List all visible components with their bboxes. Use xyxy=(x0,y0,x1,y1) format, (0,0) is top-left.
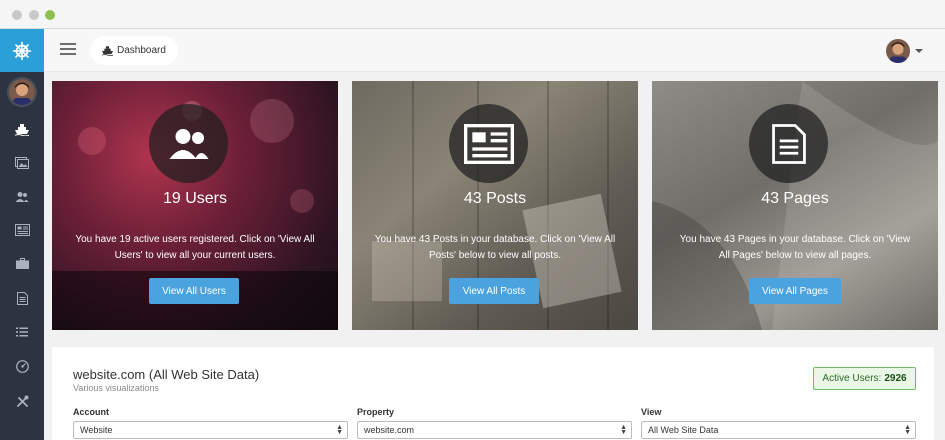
chevron-down-icon[interactable] xyxy=(915,49,923,53)
pictures-icon xyxy=(15,157,29,169)
users-icon-circle xyxy=(149,104,228,183)
users-icon xyxy=(169,128,208,159)
account-select[interactable]: Website ▲ ▼ xyxy=(73,421,348,439)
sidebar xyxy=(0,29,44,440)
account-label: Account xyxy=(73,407,109,417)
briefcase-icon xyxy=(15,257,29,269)
sidebar-item-dashboard[interactable] xyxy=(0,118,44,142)
posts-card-description: You have 43 Posts in your database. Clic… xyxy=(374,234,616,261)
brand-logo[interactable] xyxy=(0,29,44,72)
sidebar-item-menus[interactable] xyxy=(0,320,44,344)
view-all-users-button[interactable]: View All Users xyxy=(149,278,239,304)
pages-card-title: 43 Pages xyxy=(761,190,829,207)
sidebar-item-posts[interactable] xyxy=(0,218,44,242)
sidebar-item-categories[interactable] xyxy=(0,251,44,275)
select-arrows-icon: ▲ ▼ xyxy=(620,424,627,436)
sidebar-avatar[interactable] xyxy=(7,77,37,107)
ship-wheel-icon xyxy=(12,41,32,60)
tools-icon xyxy=(16,395,28,407)
dashboard-gauge-icon xyxy=(15,359,29,373)
view-select[interactable]: All Web Site Data ▲ ▼ xyxy=(641,421,916,439)
users-card-title: 19 Users xyxy=(162,190,228,207)
list-icon xyxy=(16,327,28,337)
newspaper-icon xyxy=(14,224,30,236)
analytics-panel: website.com (All Web Site Data) Various … xyxy=(52,347,934,440)
ship-icon xyxy=(102,45,113,56)
top-bar: Dashboard xyxy=(44,29,945,72)
analytics-title: website.com (All Web Site Data) xyxy=(73,367,260,382)
account-select-value: Website xyxy=(80,425,113,435)
users-card: 19 Users You have 19 active users regist… xyxy=(52,81,338,330)
active-users-badge: Active Users: 2926 xyxy=(813,367,916,390)
property-select-value: website.com xyxy=(364,425,415,435)
select-arrows-icon: ▲ ▼ xyxy=(336,424,343,436)
users-card-description: You have 19 active users registered. Cli… xyxy=(75,234,315,261)
select-arrows-icon: ▲ ▼ xyxy=(904,424,911,436)
newspaper-icon xyxy=(463,123,514,164)
view-select-value: All Web Site Data xyxy=(648,425,719,435)
property-field: Property website.com ▲ ▼ xyxy=(357,407,632,439)
posts-card-title: 43 Posts xyxy=(463,190,527,207)
pages-card: 43 Pages You have 43 Pages in your datab… xyxy=(652,81,938,330)
account-field: Account Website ▲ ▼ xyxy=(73,407,348,439)
avatar[interactable] xyxy=(886,39,910,63)
window-titlebar xyxy=(0,0,945,29)
pages-card-description: You have 43 Pages in your database. Clic… xyxy=(679,234,911,261)
sidebar-item-users[interactable] xyxy=(0,185,44,209)
property-label: Property xyxy=(357,407,395,417)
users-icon xyxy=(15,192,29,202)
analytics-subtitle: Various visualizations xyxy=(73,383,159,393)
minimize-window-button[interactable] xyxy=(29,10,39,20)
close-window-button[interactable] xyxy=(12,10,22,20)
user-menu[interactable] xyxy=(886,39,923,63)
posts-card: 43 Posts You have 43 Posts in your datab… xyxy=(352,81,638,330)
sidebar-item-pages[interactable] xyxy=(0,286,44,310)
sidebar-item-analytics[interactable] xyxy=(0,354,44,378)
view-all-posts-button[interactable]: View All Posts xyxy=(449,278,539,304)
hamburger-menu-icon[interactable] xyxy=(60,43,76,56)
document-icon xyxy=(16,291,28,305)
view-label: View xyxy=(641,407,662,417)
property-select[interactable]: website.com ▲ ▼ xyxy=(357,421,632,439)
active-users-label: Active Users: xyxy=(822,373,882,384)
sidebar-item-tools[interactable] xyxy=(0,389,44,413)
view-field: View All Web Site Data ▲ ▼ xyxy=(641,407,916,439)
view-all-pages-button[interactable]: View All Pages xyxy=(749,278,841,304)
ship-icon xyxy=(15,124,29,136)
pages-icon-circle xyxy=(749,104,828,183)
document-icon xyxy=(771,123,806,164)
posts-icon-circle xyxy=(449,104,528,183)
sidebar-item-media[interactable] xyxy=(0,151,44,175)
maximize-window-button[interactable] xyxy=(45,10,55,20)
active-users-count: 2926 xyxy=(884,373,907,384)
breadcrumb-label: Dashboard xyxy=(117,45,166,56)
breadcrumb[interactable]: Dashboard xyxy=(90,36,178,65)
